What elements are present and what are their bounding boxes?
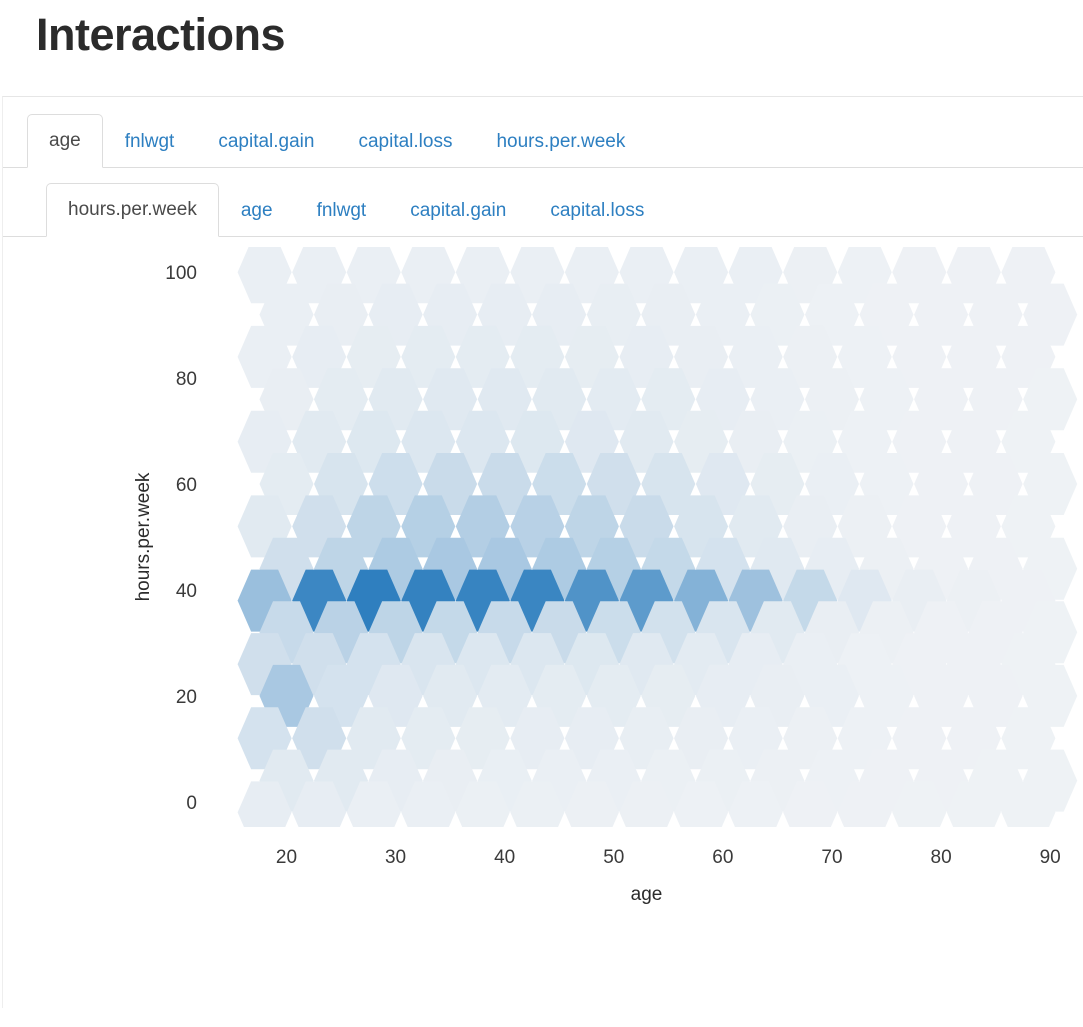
tab-label: hours.per.week	[68, 199, 197, 220]
y-axis-tick-label: 0	[186, 793, 197, 814]
tab-label: capital.gain	[218, 131, 315, 152]
tab-capital-loss[interactable]: capital.loss	[336, 115, 474, 168]
x-axis-tick-label: 70	[821, 847, 842, 868]
hexbin-cells	[237, 247, 1078, 827]
outer-tab-bar: age fnlwgt capital.gain capital.loss hours.p…	[3, 97, 1083, 168]
tab-fnlwgt[interactable]: fnlwgt	[103, 115, 197, 168]
x-axis-tick-label: 40	[494, 847, 515, 868]
tab-hours-per-week[interactable]: hours.per.week	[474, 115, 647, 168]
content-panel: age fnlwgt capital.gain capital.loss hours.p…	[2, 96, 1083, 1008]
tab-age[interactable]: age	[219, 184, 295, 237]
tab-label: hours.per.week	[496, 131, 626, 152]
tab-label: capital.loss	[358, 131, 453, 152]
inner-tab-bar: hours.per.week age fnlwgt capital.gain capit…	[3, 168, 1083, 237]
y-axis-tick-label: 80	[176, 369, 197, 390]
tab-age[interactable]: age	[27, 114, 103, 168]
tab-label: fnlwgt	[124, 131, 175, 152]
y-axis-tick-label: 100	[165, 263, 197, 284]
tab-fnlwgt[interactable]: fnlwgt	[295, 184, 389, 237]
tab-capital-gain[interactable]: capital.gain	[388, 184, 528, 237]
tab-label: age	[49, 130, 81, 151]
tab-capital-gain[interactable]: capital.gain	[196, 115, 336, 168]
x-axis-tick-label: 50	[603, 847, 624, 868]
y-axis-tick-label: 60	[176, 475, 197, 496]
x-axis-tick-label: 80	[931, 847, 952, 868]
hexbin-chart: 0 20 40 60 80 100 20 30 40 50 60 70 80 90 age hours.per…	[133, 247, 1078, 905]
tab-label: capital.loss	[550, 200, 645, 221]
tab-hours-per-week[interactable]: hours.per.week	[46, 183, 219, 237]
x-axis-tick-label: 60	[712, 847, 733, 868]
y-axis-tick-label: 20	[176, 687, 197, 708]
x-axis-title: age	[631, 884, 663, 905]
y-axis-tick-label: 40	[176, 581, 197, 602]
y-axis-title: hours.per.week	[133, 472, 154, 601]
page-title: Interactions	[36, 9, 286, 60]
x-axis-tick-label: 30	[385, 847, 406, 868]
tab-label: capital.gain	[410, 200, 507, 221]
tab-label: fnlwgt	[316, 200, 367, 221]
tab-capital-loss[interactable]: capital.loss	[528, 184, 666, 237]
tab-label: age	[240, 200, 273, 221]
x-axis-tick-label: 90	[1040, 847, 1061, 868]
x-axis-tick-label: 20	[276, 847, 297, 868]
hexbin-plot-container: 0 20 40 60 80 100 20 30 40 50 60 70 80 90 age hours.per…	[3, 237, 1083, 1027]
